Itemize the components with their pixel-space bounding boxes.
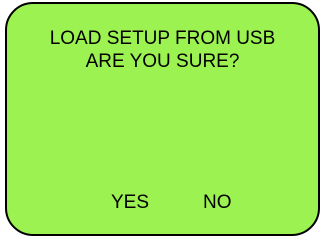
lcd-screen: LOAD SETUP FROM USB ARE YOU SURE? YES NO — [5, 2, 320, 236]
message-line-are-you-sure: ARE YOU SURE? — [85, 51, 240, 72]
message-line-load-setup: LOAD SETUP FROM USB — [49, 28, 276, 49]
no-option[interactable]: NO — [203, 191, 232, 214]
yes-option[interactable]: YES — [111, 191, 149, 214]
confirm-message: LOAD SETUP FROM USB ARE YOU SURE? — [7, 27, 318, 73]
